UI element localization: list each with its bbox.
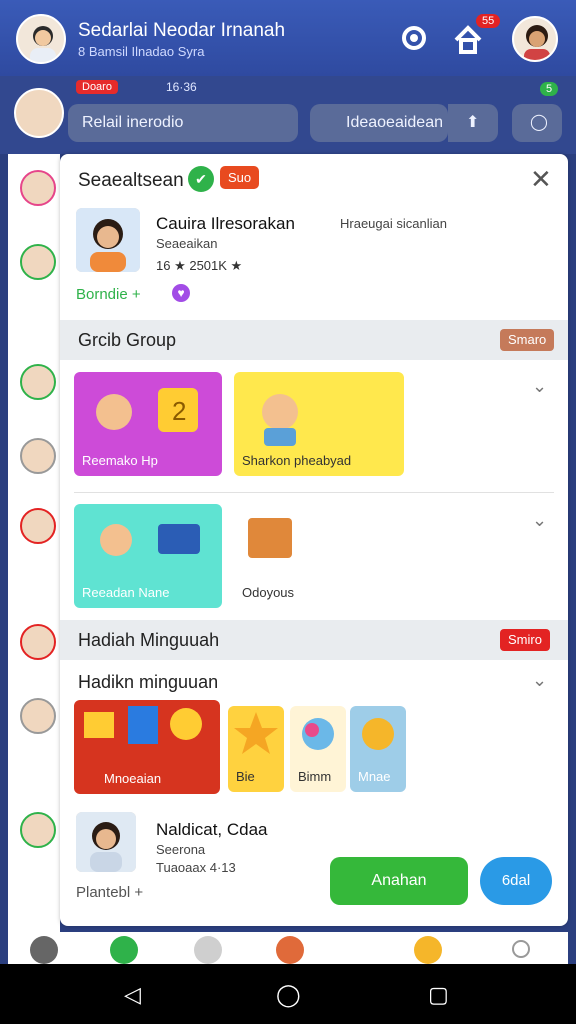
profile-sub: Seaeaikan xyxy=(156,236,218,251)
system-nav-bar: ◁ ◯ ▢ xyxy=(0,964,576,1024)
profile-stats: 16 ★ 2501K ★ xyxy=(156,258,243,273)
rail-avatar-7[interactable] xyxy=(20,698,56,734)
profile-name: Cauira Ilresorakan xyxy=(156,214,295,233)
section-button-group[interactable]: Smaro xyxy=(500,329,555,351)
section-title-weekly: Hadiah Minguuah xyxy=(78,630,220,650)
gift-tile-4-label: Mnae xyxy=(358,769,391,784)
card-chip: Suo xyxy=(220,166,260,189)
coin-icon[interactable] xyxy=(414,936,442,964)
verified-icon: ✔ xyxy=(188,166,214,192)
trash-icon[interactable] xyxy=(30,936,58,964)
group-tile-2-label: Sharkon pheabyad xyxy=(242,453,352,468)
gift-tile-2-label: Bie xyxy=(236,769,255,784)
rail-avatar-4[interactable] xyxy=(20,438,56,474)
circle-icon[interactable] xyxy=(512,940,530,958)
section-title-group: Grcib Group xyxy=(78,330,177,350)
group-tile-3-label: Reeadan Nane xyxy=(82,585,170,600)
user-avatar[interactable] xyxy=(16,14,66,64)
profile-photo-image xyxy=(76,208,140,272)
chevron-down-icon[interactable]: ⌄ xyxy=(532,510,547,531)
group-tile-1-label: Reemako Hp xyxy=(82,453,158,468)
card-title: Seaealtsean xyxy=(78,170,184,191)
group-tile-2[interactable]: Sharkon pheabyad xyxy=(234,372,404,476)
status-pill[interactable]: Relail inerodio xyxy=(68,104,298,142)
rail-avatar-6[interactable] xyxy=(20,624,56,660)
online-badge: 5 xyxy=(540,82,559,96)
profile-extra: Hraeugai sicanlian xyxy=(340,216,447,231)
group-tile-4[interactable]: Odoyous xyxy=(234,504,384,608)
gift-tile-1-art xyxy=(84,706,202,744)
footer-profile-meta: Tuaoaax 4·13 xyxy=(156,860,236,875)
svg-text:2: 2 xyxy=(172,396,186,426)
page-subtitle: 8 Bamsil Ilnadao Syra xyxy=(78,44,205,59)
footer-profile-image xyxy=(76,812,136,872)
section-header-weekly: Hadiah Minguuah Smiro xyxy=(60,620,568,660)
group-tile-1[interactable]: 2 Reemako Hp xyxy=(74,372,222,476)
recents-icon[interactable]: ▢ xyxy=(428,982,449,1008)
footer-profile-photo[interactable] xyxy=(76,812,136,872)
group-tile-4-art xyxy=(248,518,292,558)
home-button-icon[interactable]: ◯ xyxy=(276,982,301,1008)
rail-avatar-2[interactable] xyxy=(20,244,56,280)
profile-avatar-image xyxy=(524,25,550,60)
user-avatar-image xyxy=(30,26,56,62)
close-icon[interactable]: ✕ xyxy=(530,164,552,195)
section-header-group: Grcib Group Smaro xyxy=(60,320,568,360)
divider xyxy=(74,492,554,493)
location-icon[interactable] xyxy=(396,20,432,56)
back-icon[interactable]: ◁ xyxy=(124,982,141,1008)
profile-photo[interactable] xyxy=(76,208,140,272)
profile-link[interactable]: Borndie + xyxy=(76,286,141,303)
bottom-nav xyxy=(8,932,568,964)
status-meta: 16·36 xyxy=(166,80,197,94)
gift-tile-3[interactable]: Bimm xyxy=(290,706,346,792)
footer-profile-sub: Seerona xyxy=(156,842,206,857)
gift-tile-1-label: Mnoeaian xyxy=(104,771,162,786)
rail-avatar-8[interactable] xyxy=(20,812,56,848)
rail-avatar-3[interactable] xyxy=(20,364,56,400)
search-pill[interactable]: Ideaoeaidean xyxy=(310,104,448,142)
gift-tile-1[interactable]: Mnoeaian xyxy=(74,700,220,794)
notification-badge: 55 xyxy=(476,14,501,28)
subsection-title: Hadikn minguuan xyxy=(78,672,219,692)
section-button-weekly[interactable]: Smiro xyxy=(500,629,550,651)
gift-tile-3-label: Bimm xyxy=(298,769,332,784)
status-chip: Doaro xyxy=(76,80,118,94)
group-tile-3[interactable]: Reeadan Nane xyxy=(74,504,222,608)
phone-icon[interactable] xyxy=(110,936,138,964)
secondary-button[interactable]: 6dal xyxy=(480,857,552,905)
rail-avatar-1[interactable] xyxy=(20,170,56,206)
avatar-icon[interactable] xyxy=(276,936,304,964)
current-user-avatar[interactable] xyxy=(14,88,64,138)
profile-icon[interactable] xyxy=(194,936,222,964)
more-icon[interactable]: ◯ xyxy=(512,104,562,142)
primary-button[interactable]: Anahan xyxy=(330,857,468,905)
footer-profile-name: Naldicat, Cdaa xyxy=(156,820,268,839)
gift-tile-2[interactable]: Bie xyxy=(228,706,284,792)
chevron-down-icon[interactable]: ⌄ xyxy=(532,670,547,691)
pin-icon[interactable]: ⬆ xyxy=(448,104,498,142)
gift-tile-4[interactable]: Mnae xyxy=(350,706,406,792)
chevron-down-icon[interactable]: ⌄ xyxy=(532,376,547,397)
rail-avatar-5[interactable] xyxy=(20,508,56,544)
main-card: Seaealtsean ✔ Suo ✕ Cauira Ilresorakan H… xyxy=(60,154,568,926)
gift-tile-4-art xyxy=(362,718,394,750)
footer-profile-link[interactable]: Plantebl + xyxy=(76,884,143,901)
top-header: Sedarlai Neodar Irnanah 8 Bamsil Ilnadao… xyxy=(0,0,576,76)
group-tile-4-label: Odoyous xyxy=(242,585,295,600)
heart-icon[interactable]: ♥ xyxy=(172,284,190,302)
gift-tile-2-art xyxy=(234,712,278,754)
contact-rail xyxy=(8,154,60,934)
gift-tile-3-art xyxy=(302,718,334,750)
profile-avatar[interactable] xyxy=(512,16,558,62)
page-title: Sedarlai Neodar Irnanah xyxy=(78,20,286,41)
